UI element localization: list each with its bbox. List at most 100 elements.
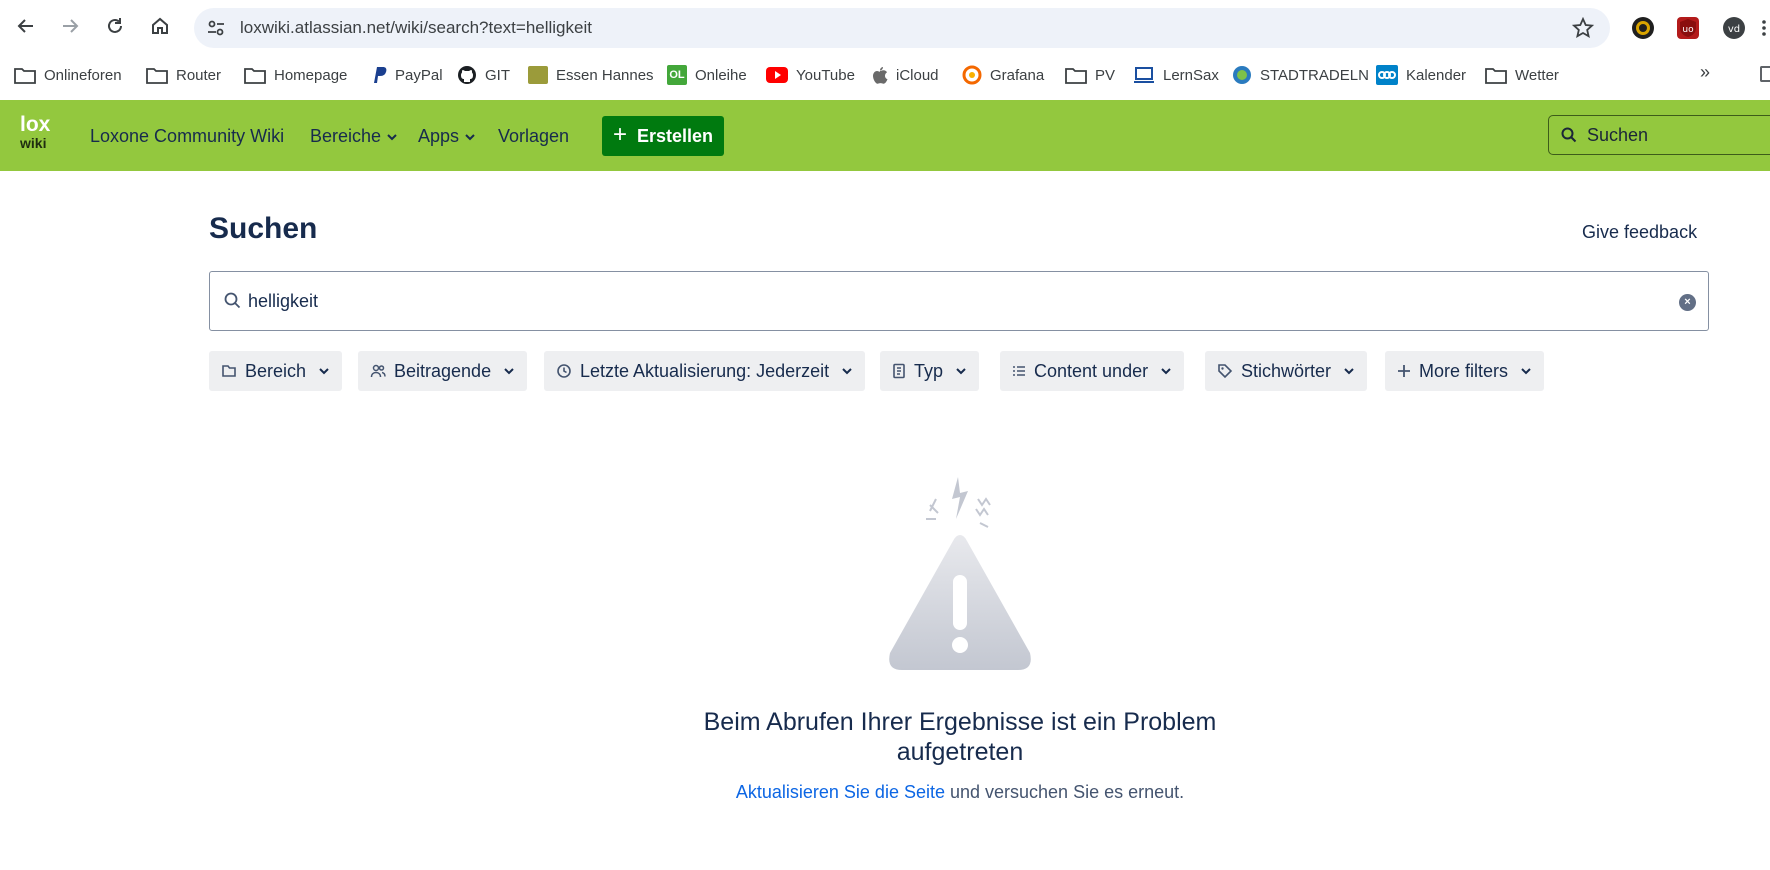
error-subtitle-rest: und versuchen Sie es erneut. [944, 782, 1185, 802]
search-icon [224, 292, 241, 309]
refresh-page-link[interactable]: Aktualisieren Sie die Seite [736, 782, 945, 802]
address-bar[interactable]: loxwiki.atlassian.net/wiki/search?text=h… [194, 8, 1610, 48]
bookmark-wetter[interactable]: Wetter [1485, 64, 1559, 86]
filter-more[interactable]: More filters [1385, 351, 1545, 391]
bookmark-label: LernSax [1163, 66, 1219, 84]
filter-contributors[interactable]: Beitragende [358, 351, 528, 391]
nav-templates-link[interactable]: Vorlagen [498, 126, 569, 147]
filter-space[interactable]: Bereich [209, 351, 343, 391]
folder-icon [1485, 68, 1507, 84]
home-icon[interactable] [146, 12, 174, 40]
create-label: Erstellen [636, 125, 714, 146]
nav-spaces-dropdown[interactable]: Bereiche [310, 126, 398, 147]
onleihe-icon: OL [667, 65, 687, 85]
chevron-down-icon [1343, 365, 1355, 377]
bookmark-star-icon[interactable] [1571, 16, 1595, 44]
youtube-icon [766, 67, 788, 83]
url-text: loxwiki.atlassian.net/wiki/search?text=h… [240, 18, 592, 37]
bookmark-label: Onlineforen [44, 66, 122, 84]
site-info-icon[interactable] [206, 18, 226, 43]
bookmark-label: PV [1095, 66, 1116, 84]
filter-label: Content under [1034, 360, 1149, 381]
bookmark-label: Grafana [990, 66, 1045, 84]
filter-type[interactable]: Typ [880, 351, 980, 391]
header-search-input[interactable]: Suchen [1548, 115, 1770, 155]
tag-icon [1217, 363, 1233, 379]
bookmark-git[interactable]: GIT [457, 64, 510, 86]
header-search-placeholder: Suchen [1587, 124, 1649, 145]
all-bookmarks-icon[interactable] [1760, 66, 1770, 82]
chevron-down-icon [955, 365, 967, 377]
filter-labels[interactable]: Stichwörter [1205, 351, 1368, 391]
bookmark-label: Onleihe [695, 66, 747, 84]
extension-icon-vd[interactable]: vd [1723, 17, 1745, 39]
bookmark-label: STADTRADELN [1260, 66, 1369, 84]
apple-icon [873, 67, 888, 84]
menu-dots-icon[interactable] [1762, 20, 1766, 36]
bookmark-label: GIT [485, 66, 510, 84]
bookmark-onleihe[interactable]: OL Onleihe [667, 64, 747, 86]
filter-label: Typ [914, 360, 944, 381]
site-name-link[interactable]: Loxone Community Wiki [90, 126, 284, 147]
forward-icon[interactable] [56, 12, 84, 40]
filter-label: Letzte Aktualisierung: Jederzeit [580, 360, 830, 381]
ublock-icon[interactable]: uo [1677, 17, 1699, 39]
folder-icon [1065, 68, 1087, 84]
browser-toolbar: loxwiki.atlassian.net/wiki/search?text=h… [0, 0, 1770, 52]
food-icon [528, 66, 548, 84]
logo-line2: wiki [20, 135, 47, 151]
nextcloud-icon [1376, 65, 1398, 85]
error-subtitle: Aktualisieren Sie die Seite und versuche… [560, 782, 1360, 803]
search-icon [1561, 127, 1577, 143]
back-icon[interactable] [12, 12, 40, 40]
bookmark-grafana[interactable]: Grafana [962, 64, 1044, 86]
svg-text:vd: vd [1728, 24, 1740, 35]
bookmark-label: Essen Hannes [556, 66, 654, 84]
space-icon [221, 363, 237, 379]
list-icon [1012, 364, 1026, 378]
bookmark-essen-hannes[interactable]: Essen Hannes [528, 64, 654, 86]
paypal-icon [374, 67, 387, 83]
loxwiki-logo[interactable]: lox wiki [20, 114, 60, 152]
bookmark-youtube[interactable]: YouTube [766, 64, 855, 86]
page-title: Suchen [209, 212, 318, 245]
folder-icon [146, 68, 168, 84]
clear-search-icon[interactable]: × [1679, 294, 1696, 311]
bookmarks-overflow-button[interactable]: » [1700, 62, 1710, 83]
bookmark-label: PayPal [395, 66, 443, 84]
search-value: helligkeit [248, 291, 319, 311]
chevron-down-icon [503, 365, 515, 377]
filter-label: Bereich [245, 360, 307, 381]
filter-label: Beitragende [394, 360, 492, 381]
filter-label: More filters [1419, 360, 1509, 381]
bookmark-kalender[interactable]: Kalender [1376, 64, 1466, 86]
people-icon [370, 363, 386, 379]
bookmark-router[interactable]: Router [146, 64, 221, 86]
bookmark-stadtradeln[interactable]: STADTRADELN [1232, 64, 1369, 86]
bookmark-pv[interactable]: PV [1065, 64, 1115, 86]
error-title: Beim Abrufen Ihrer Ergebnisse ist ein Pr… [703, 708, 1217, 766]
plus-icon [1397, 364, 1411, 378]
filter-last-updated[interactable]: Letzte Aktualisierung: Jederzeit [544, 351, 866, 391]
chevron-down-icon [1520, 365, 1532, 377]
chevron-down-icon [841, 365, 853, 377]
filter-content-under[interactable]: Content under [1000, 351, 1185, 391]
bookmark-icloud[interactable]: iCloud [872, 64, 939, 86]
warning-illustration-icon [880, 475, 1040, 675]
chevron-down-icon [387, 133, 397, 140]
reload-icon[interactable] [101, 12, 129, 40]
create-button[interactable]: + Erstellen [602, 116, 724, 156]
bookmark-homepage[interactable]: Homepage [244, 64, 347, 86]
document-icon [892, 363, 906, 379]
bookmark-onlineforen[interactable]: Onlineforen [14, 64, 122, 86]
github-icon [458, 66, 476, 84]
search-input[interactable]: helligkeit × [209, 271, 1709, 331]
bookmark-lernsax[interactable]: LernSax [1133, 64, 1219, 86]
filter-label: Stichwörter [1241, 360, 1332, 381]
give-feedback-button[interactable]: Give feedback [1582, 222, 1697, 243]
site-name: Loxone Community Wiki [90, 126, 285, 146]
nav-apps-dropdown[interactable]: Apps [418, 126, 476, 147]
extension-icon-1[interactable] [1632, 17, 1654, 39]
bookmark-paypal[interactable]: PayPal [371, 64, 443, 86]
app-header: lox wiki Loxone Community Wiki Bereiche … [0, 100, 1770, 171]
